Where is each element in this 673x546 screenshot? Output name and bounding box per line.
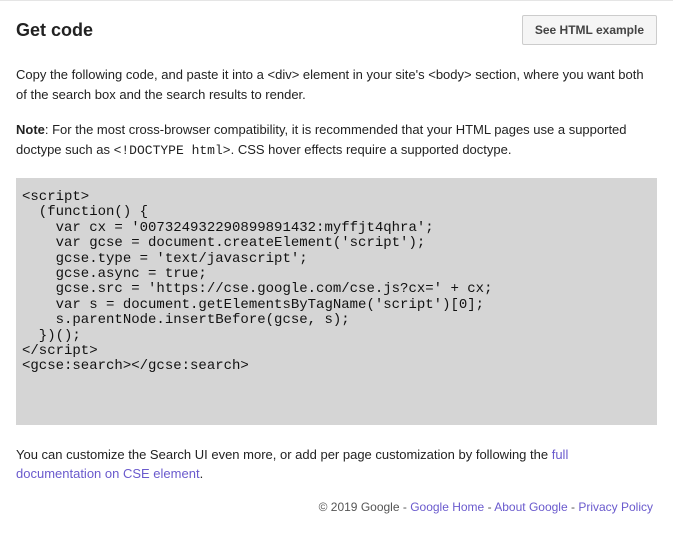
header-row: Get code See HTML example	[16, 15, 657, 45]
main-container: Get code See HTML example Copy the follo…	[0, 0, 673, 530]
code-block[interactable]: <script> (function() { var cx = '0073249…	[16, 178, 657, 425]
page-title: Get code	[16, 20, 93, 41]
note-label: Note	[16, 122, 45, 137]
intro-paragraph: Copy the following code, and paste it in…	[16, 65, 657, 104]
see-html-example-button[interactable]: See HTML example	[522, 15, 657, 45]
footer-sep-3: -	[568, 500, 579, 514]
google-home-link[interactable]: Google Home	[410, 500, 484, 514]
footer-sep-2: -	[484, 500, 494, 514]
customize-text-after: .	[200, 466, 204, 481]
note-text-after: . CSS hover effects require a supported …	[231, 142, 512, 157]
doctype-code: <!DOCTYPE html>	[114, 143, 231, 158]
copyright-text: © 2019 Google	[319, 500, 403, 514]
footer: © 2019 Google - Google Home - About Goog…	[16, 494, 657, 514]
note-paragraph: Note: For the most cross-browser compati…	[16, 120, 657, 160]
customize-text-before: You can customize the Search UI even mor…	[16, 447, 552, 462]
customize-paragraph: You can customize the Search UI even mor…	[16, 445, 657, 484]
privacy-policy-link[interactable]: Privacy Policy	[578, 500, 653, 514]
about-google-link[interactable]: About Google	[494, 500, 567, 514]
